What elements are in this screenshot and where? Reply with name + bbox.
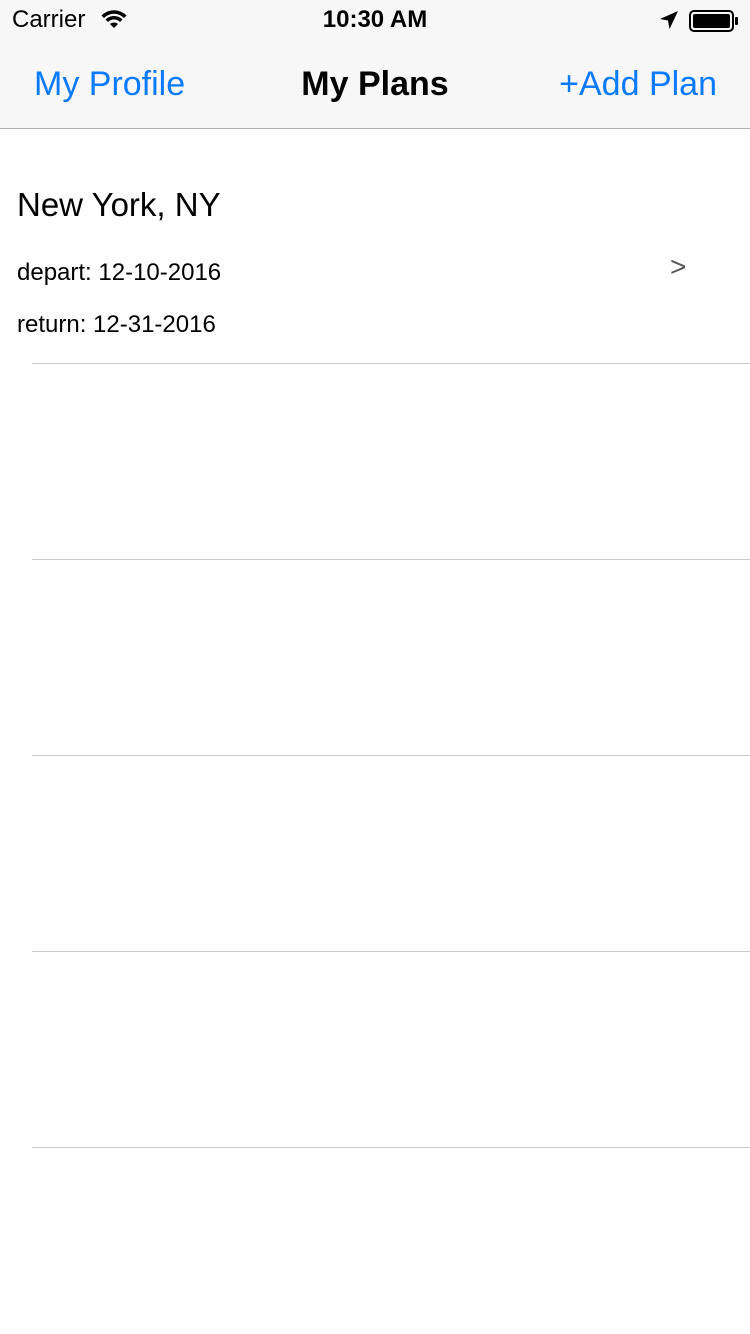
plan-row[interactable]: New York, NY depart: 12-10-2016 return: … xyxy=(0,129,750,363)
add-plan-button[interactable]: +Add Plan xyxy=(559,64,717,104)
plan-depart-date: depart: 12-10-2016 xyxy=(17,259,222,286)
row-divider xyxy=(32,951,750,952)
status-bar: Carrier 10:30 AM xyxy=(0,0,750,40)
battery-icon xyxy=(689,10,739,32)
plan-city: New York, NY xyxy=(17,186,221,223)
plan-list: New York, NY depart: 12-10-2016 return: … xyxy=(0,129,750,1334)
navigation-bar: My Profile My Plans +Add Plan xyxy=(0,40,750,129)
row-divider xyxy=(32,559,750,560)
chevron-right-icon: > xyxy=(670,251,687,282)
row-divider xyxy=(32,1147,750,1148)
status-time: 10:30 AM xyxy=(322,6,428,33)
plan-return-date: return: 12-31-2016 xyxy=(17,311,216,338)
row-divider xyxy=(32,755,750,756)
row-divider xyxy=(32,363,750,364)
location-arrow-icon xyxy=(659,10,679,30)
